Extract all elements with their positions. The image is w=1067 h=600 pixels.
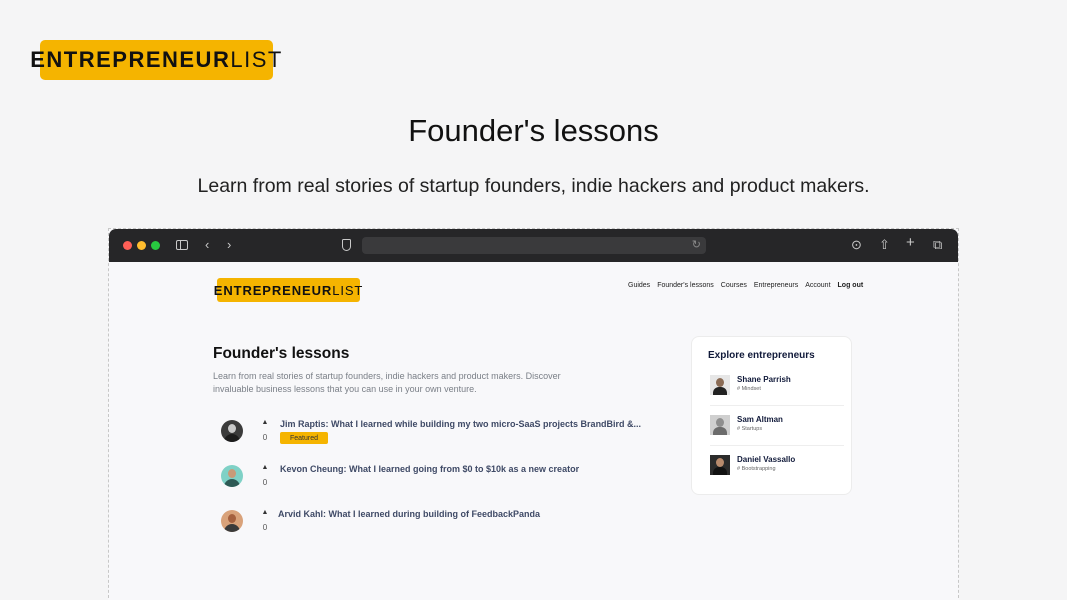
featured-badge: Featured [280,432,328,444]
nav-entrepreneurs[interactable]: Entrepreneurs [754,281,798,290]
entrepreneurlist-logo[interactable]: ENTREPRENEUR LIST [30,40,281,80]
avatar [221,465,243,487]
lesson-item[interactable]: ▲ 0 Arvid Kahl: What I learned during bu… [221,508,661,536]
avatar [710,455,730,475]
maximize-window-button[interactable] [151,241,160,250]
share-icon[interactable]: ⇧ [879,237,890,253]
entrepreneur-name[interactable]: Sam Altman [737,415,783,424]
address-bar[interactable]: ↻ [362,237,706,254]
entrepreneur-name[interactable]: Shane Parrish [737,375,791,384]
avatar [221,420,243,442]
upvote-arrow-icon[interactable]: ▲ [259,508,271,517]
minimize-window-button[interactable] [137,241,146,250]
page-title: Founder's lessons [213,345,350,362]
avatar [710,375,730,395]
card-title: Explore entrepreneurs [708,350,815,361]
download-icon[interactable]: ⊙ [851,237,862,253]
tabs-icon[interactable]: ⧉ [933,237,942,253]
entrepreneur-tag[interactable]: # Bootstrapping [737,466,776,472]
browser-window: ‹ › ↻ ⊙ ⇧ + ⧉ ENTREPRENEUR LIST Guides Fo… [108,228,959,600]
hero-subtitle: Learn from real stories of startup found… [197,175,870,197]
upvote-control[interactable]: ▲ 0 [259,418,271,442]
forward-icon[interactable]: › [227,237,231,253]
avatar [221,510,243,532]
upvote-control[interactable]: ▲ 0 [259,508,271,532]
hero-title: Founder's lessons [408,113,659,148]
upvote-arrow-icon[interactable]: ▲ [259,418,271,427]
lesson-title[interactable]: Kevon Cheung: What I learned going from … [280,464,579,474]
lesson-item[interactable]: ▲ 0 Kevon Cheung: What I learned going f… [221,463,661,491]
back-icon[interactable]: ‹ [205,237,209,253]
site-logo[interactable]: ENTREPRENEUR LIST [214,278,362,302]
lesson-title[interactable]: Arvid Kahl: What I learned during buildi… [278,509,540,519]
divider [710,405,844,406]
nav-account[interactable]: Account [805,281,830,290]
upvote-control[interactable]: ▲ 0 [259,463,271,487]
close-window-button[interactable] [123,241,132,250]
entrepreneur-tag[interactable]: # Startups [737,426,762,432]
entrepreneur-item[interactable]: Shane Parrish # Mindset [710,375,844,415]
page-description: Learn from real stories of startup found… [213,371,561,394]
shield-icon[interactable] [342,239,351,251]
entrepreneur-tag[interactable]: # Mindset [737,386,761,392]
site-nav: Guides Founder's lessons Courses Entrepr… [628,281,870,290]
upvote-arrow-icon[interactable]: ▲ [259,463,271,472]
entrepreneur-name[interactable]: Daniel Vassallo [737,455,795,464]
nav-log-out[interactable]: Log out [838,281,864,290]
divider [710,445,844,446]
entrepreneur-item[interactable]: Sam Altman # Startups [710,415,844,455]
nav-courses[interactable]: Courses [721,281,747,290]
plus-icon[interactable]: + [906,235,915,251]
explore-entrepreneurs-card: Explore entrepreneurs Shane Parrish # Mi… [691,336,852,495]
nav-founders-lessons[interactable]: Founder's lessons [657,281,714,290]
avatar [710,415,730,435]
sidebar-icon[interactable] [176,240,188,250]
nav-guides[interactable]: Guides [628,281,650,290]
lesson-title[interactable]: Jim Raptis: What I learned while buildin… [280,419,641,429]
browser-toolbar: ‹ › ↻ ⊙ ⇧ + ⧉ [109,229,958,262]
entrepreneur-item[interactable]: Daniel Vassallo # Bootstrapping [710,455,844,495]
reload-icon[interactable]: ↻ [692,238,701,251]
lesson-item[interactable]: ▲ 0 Jim Raptis: What I learned while bui… [221,418,661,446]
